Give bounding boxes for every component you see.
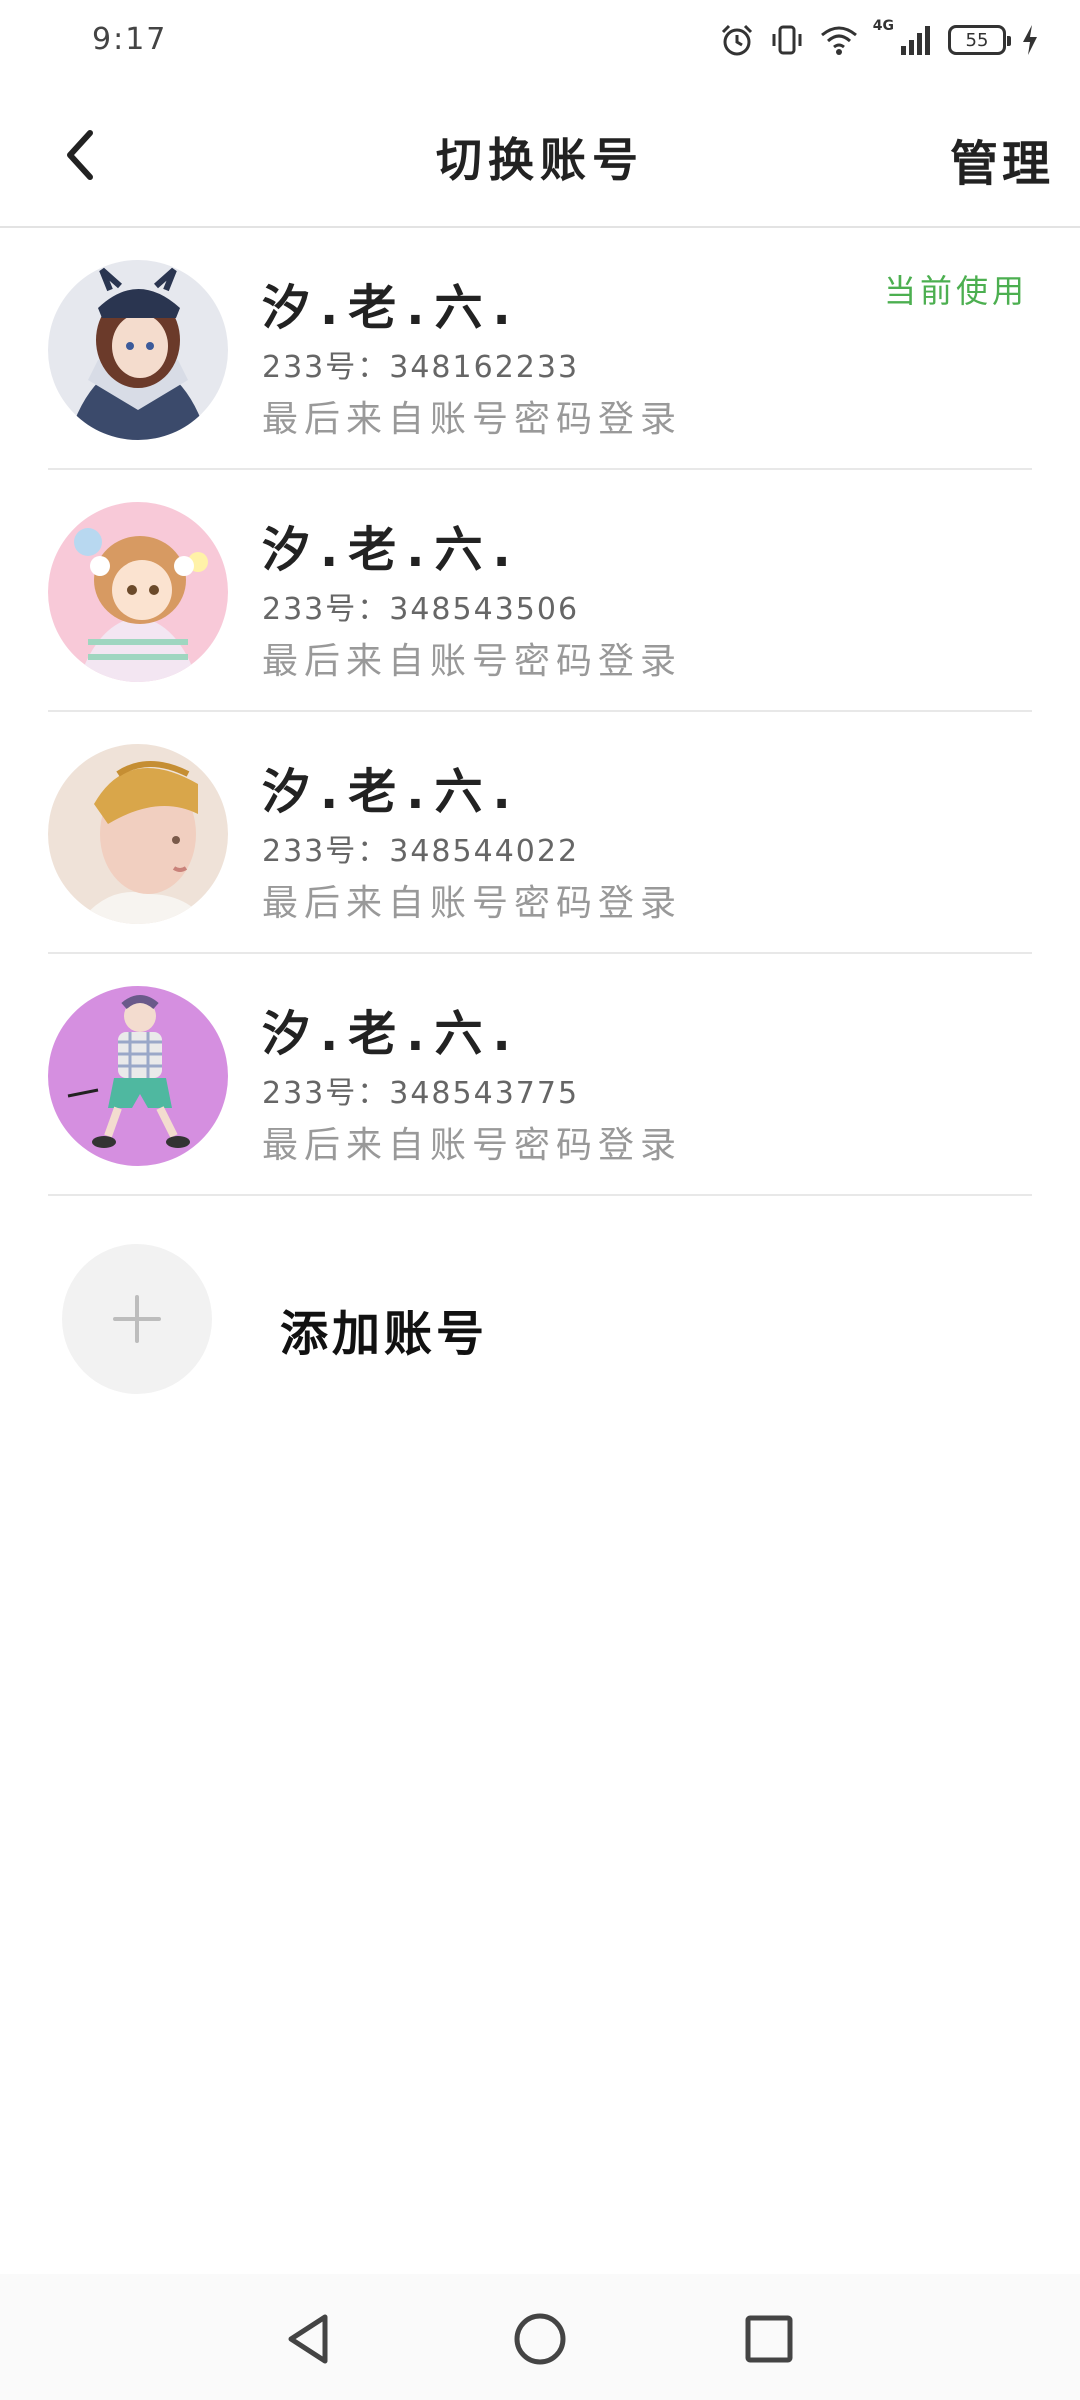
- battery-icon: 55: [948, 25, 1011, 55]
- account-login-info: 最后来自账号密码登录: [262, 883, 683, 924]
- status-bar: 9:17 4G 55: [0, 0, 1080, 80]
- status-time: 9:17: [92, 22, 168, 57]
- account-login-info: 最后来自账号密码登录: [262, 1125, 683, 1166]
- page-title: 切换账号: [436, 133, 644, 187]
- avatar: [48, 986, 228, 1166]
- nav-home-button[interactable]: [505, 2304, 575, 2374]
- account-login-info: 最后来自账号密码登录: [262, 399, 683, 440]
- status-icons: 4G 55: [719, 18, 1040, 62]
- network-type: 4G: [872, 18, 894, 34]
- circle-home-icon: [514, 2313, 566, 2365]
- avatar: [48, 502, 228, 682]
- nav-recents-button[interactable]: [734, 2304, 804, 2374]
- charging-icon: [1020, 22, 1040, 58]
- manage-button[interactable]: 管理: [950, 124, 1054, 194]
- add-account-circle: [62, 1244, 212, 1394]
- signal-icon: [898, 22, 934, 58]
- triangle-back-icon: [288, 2314, 328, 2364]
- add-account-button[interactable]: 添加账号: [62, 1244, 662, 1394]
- account-row[interactable]: 汐.老.六. 233号：348543506 最后来自账号密码登录: [48, 470, 1032, 712]
- account-id: 233号：348543506: [262, 592, 580, 627]
- account-list: 汐.老.六. 233号：348162233 最后来自账号密码登录 当前使用 汐.…: [0, 228, 1080, 1196]
- account-row[interactable]: 汐.老.六. 233号：348162233 最后来自账号密码登录 当前使用: [48, 228, 1032, 470]
- plus-icon: [113, 1295, 161, 1343]
- account-row[interactable]: 汐.老.六. 233号：348544022 最后来自账号密码登录: [48, 712, 1032, 954]
- account-login-info: 最后来自账号密码登录: [262, 641, 683, 682]
- account-id: 233号：348543775: [262, 1076, 580, 1111]
- avatar: [48, 744, 228, 924]
- vibrate-icon: [769, 22, 805, 58]
- alarm-icon: [719, 22, 755, 58]
- current-account-badge: 当前使用: [883, 272, 1028, 310]
- account-name: 汐.老.六.: [262, 764, 521, 820]
- account-row[interactable]: 汐.老.六. 233号：348543775 最后来自账号密码登录: [48, 954, 1032, 1196]
- account-name: 汐.老.六.: [262, 522, 521, 578]
- account-id: 233号：348162233: [262, 350, 580, 385]
- account-name: 汐.老.六.: [262, 280, 521, 336]
- square-recents-icon: [745, 2315, 793, 2363]
- title-bar: 切换账号 管理: [0, 80, 1080, 228]
- account-id: 233号：348544022: [262, 834, 580, 869]
- avatar: [48, 260, 228, 440]
- nav-back-button[interactable]: [274, 2304, 344, 2374]
- account-name: 汐.老.六.: [262, 1006, 521, 1062]
- navigation-bar: [0, 2274, 1080, 2400]
- add-account-label: 添加账号: [280, 1306, 489, 1362]
- wifi-icon: [819, 22, 859, 58]
